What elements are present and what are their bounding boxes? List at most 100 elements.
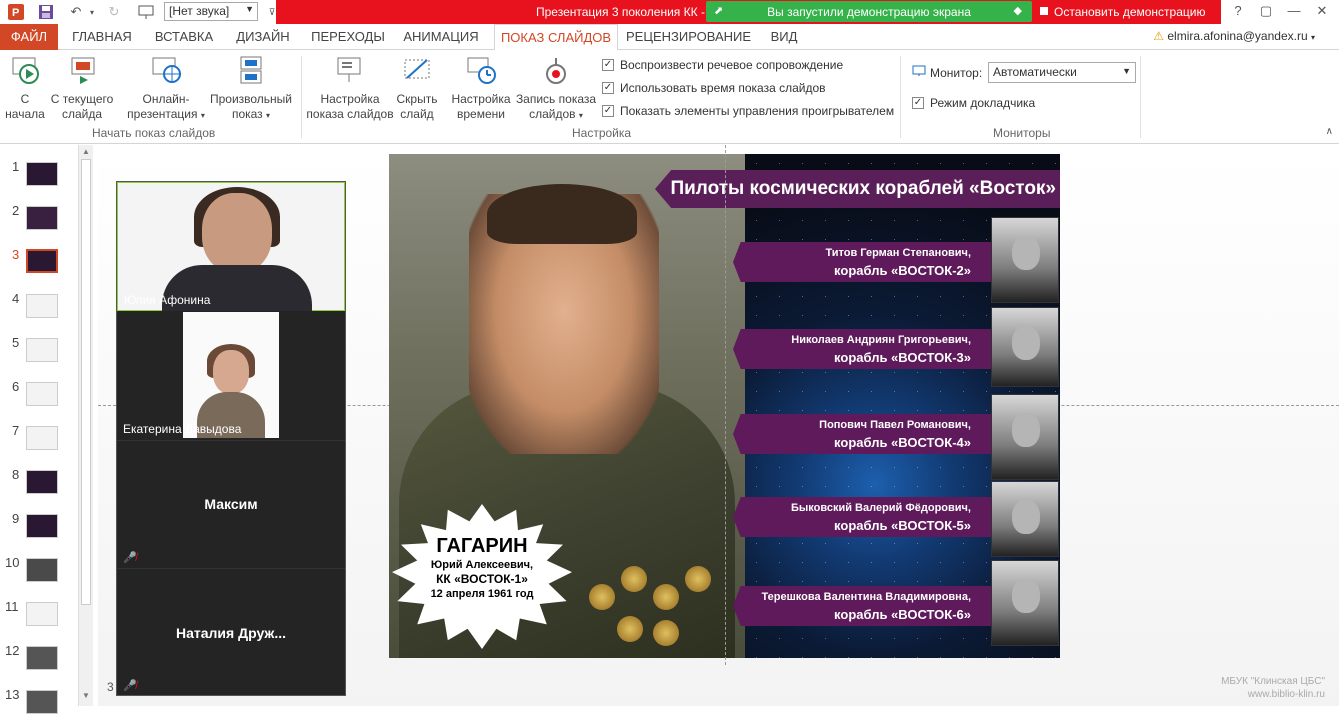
- tab-file[interactable]: ФАЙЛ: [0, 24, 58, 50]
- stop-share-button[interactable]: Остановить демонстрацию: [1032, 1, 1216, 22]
- rehearse-timings-button[interactable]: Настройка времени: [448, 54, 514, 122]
- pilot-ship: корабль «ВОСТОК-5»: [834, 518, 971, 533]
- timing-label-1: Настройка: [451, 92, 511, 106]
- use-timings-label: Использовать время показа слайдов: [620, 81, 826, 95]
- record-icon: [540, 54, 572, 86]
- slide-thumbnail[interactable]: [26, 338, 58, 362]
- participant-name: Юлия Афонина: [124, 293, 211, 307]
- gagarin-surname: ГАГАРИН: [436, 535, 528, 557]
- scroll-down-icon[interactable]: ▼: [82, 691, 90, 700]
- thumb-number: 3: [12, 247, 20, 262]
- watermark: МБУК "Клинская ЦБС" www.biblio-klin.ru: [1221, 675, 1325, 701]
- slide-thumbnail[interactable]: [26, 426, 58, 450]
- media-controls-label: Показать элементы управления проигрывате…: [620, 104, 895, 118]
- thumbnail-scrollbar[interactable]: ▲ ▼: [78, 145, 93, 706]
- vertical-guide[interactable]: [725, 145, 726, 665]
- monitor-select[interactable]: Автоматически ▼: [988, 62, 1136, 83]
- online-presentation-button[interactable]: Онлайн- презентация ▾: [126, 54, 206, 123]
- tab-home[interactable]: ГЛАВНАЯ: [66, 24, 138, 50]
- thumb-number: 10: [5, 555, 20, 570]
- hide-slide-button[interactable]: Скрыть слайд: [394, 54, 440, 122]
- ribbon-separator: [301, 56, 302, 138]
- timer-icon: [465, 54, 497, 86]
- medal-icon: [685, 566, 711, 592]
- use-timings-checkbox[interactable]: ✓ Использовать время показа слайдов: [602, 81, 826, 95]
- group-monitors-label: Мониторы: [993, 126, 1051, 140]
- tab-transitions[interactable]: ПЕРЕХОДЫ: [306, 24, 390, 50]
- collapse-ribbon-icon[interactable]: ∧: [1326, 126, 1333, 137]
- scroll-up-icon[interactable]: ▲: [82, 147, 90, 156]
- tab-slideshow[interactable]: ПОКАЗ СЛАЙДОВ: [494, 24, 618, 51]
- thumb-number: 7: [12, 423, 20, 438]
- pilot-ship: корабль «ВОСТОК-3»: [834, 350, 971, 365]
- slide-thumbnail[interactable]: [26, 646, 58, 670]
- checkmark-icon: ✓: [912, 97, 924, 109]
- head-shape: [1012, 500, 1040, 534]
- participant-tile[interactable]: Максим 🎤̸: [117, 440, 345, 568]
- hide-label-2: слайд: [400, 107, 434, 121]
- participant-name: Максим: [204, 496, 258, 512]
- gagarin-caption: ГАГАРИН Юрий Алексеевич, КК «ВОСТОК-1» 1…: [392, 534, 572, 601]
- participant-name: Екатерина Давыдова: [123, 422, 242, 436]
- help-button[interactable]: ?: [1226, 3, 1250, 18]
- setup-slideshow-button[interactable]: Настройка показа слайдов: [306, 54, 394, 122]
- pilot-caption: Быковский Валерий Фёдорович, корабль «ВО…: [733, 497, 991, 537]
- pilot-photo: [991, 560, 1059, 646]
- undo-dropdown-icon[interactable]: ▾: [82, 2, 102, 22]
- slide-thumbnail[interactable]: [26, 470, 58, 494]
- custom-show-button[interactable]: Произвольный показ ▾: [206, 54, 296, 123]
- slide-thumbnail-active[interactable]: [26, 249, 58, 273]
- shield-icon: ◆: [1013, 5, 1022, 17]
- narration-checkbox[interactable]: ✓ Воспроизвести речевое сопровождение: [602, 58, 843, 72]
- record-slideshow-button[interactable]: Запись показа слайдов ▾: [514, 54, 598, 123]
- presenter-icon[interactable]: [136, 2, 156, 22]
- medal-icon: [617, 616, 643, 642]
- record-label-2: слайдов: [529, 107, 576, 121]
- slide-thumbnail[interactable]: [26, 514, 58, 538]
- participant-tile[interactable]: Юлия Афонина: [117, 182, 345, 311]
- slide-thumbnail[interactable]: [26, 602, 58, 626]
- online-label-2-row: презентация ▾: [126, 107, 206, 123]
- slide-thumbnail[interactable]: [26, 294, 58, 318]
- title-bar: P ↶ ▾ ↻ [Нет звука] ▼ ⊽ Презентация 3 по…: [0, 0, 1339, 24]
- participant-tile[interactable]: Наталия Друж... 🎤̸: [117, 568, 345, 696]
- tab-view[interactable]: ВИД: [762, 24, 806, 50]
- close-button[interactable]: ✕: [1310, 3, 1334, 19]
- medal-icon: [589, 584, 615, 610]
- video-participants-panel[interactable]: Юлия Афонина Екатерина Давыдова Максим 🎤…: [116, 181, 346, 696]
- slide-thumbnail[interactable]: [26, 162, 58, 186]
- redo-icon[interactable]: ↻: [104, 2, 124, 22]
- from-beginning-label-1: С: [20, 92, 30, 106]
- setup-show-icon: [334, 54, 366, 86]
- monitor-label: Монитор:: [930, 65, 983, 80]
- slide-thumbnail[interactable]: [26, 690, 58, 714]
- tab-design[interactable]: ДИЗАЙН: [228, 24, 298, 50]
- save-icon[interactable]: [36, 2, 56, 22]
- sound-select[interactable]: [Нет звука] ▼: [164, 2, 258, 21]
- medal-icon: [653, 620, 679, 646]
- participant-tile[interactable]: Екатерина Давыдова: [117, 312, 345, 439]
- slide-thumbnail[interactable]: [26, 558, 58, 582]
- tab-insert[interactable]: ВСТАВКА: [148, 24, 220, 50]
- tab-review[interactable]: РЕЦЕНЗИРОВАНИЕ: [626, 24, 751, 50]
- thumb-number: 6: [12, 379, 20, 394]
- pilot-photo: [991, 394, 1059, 480]
- slide-thumbnail[interactable]: [26, 382, 58, 406]
- user-account[interactable]: ⚠ elmira.afonina@yandex.ru ▾: [1153, 29, 1315, 43]
- powerpoint-logo-icon: P: [6, 2, 26, 22]
- slide-thumbnail[interactable]: [26, 206, 58, 230]
- tab-animation[interactable]: АНИМАЦИЯ: [396, 24, 486, 50]
- restore-ribbon-button[interactable]: ▢: [1254, 3, 1278, 19]
- chevron-down-icon: ▾: [578, 111, 583, 120]
- pilot-ship: корабль «ВОСТОК-6»: [834, 607, 971, 622]
- presenter-view-checkbox[interactable]: ✓ Режим докладчика: [912, 96, 1035, 110]
- ribbon-separator: [1140, 56, 1141, 138]
- slide-title: Пилоты космических кораблей «Восток»: [655, 170, 1060, 208]
- from-current-button[interactable]: С текущего слайда: [48, 54, 116, 122]
- minimize-button[interactable]: —: [1282, 3, 1306, 18]
- scrollbar-thumb[interactable]: [81, 159, 91, 605]
- media-controls-checkbox[interactable]: ✓ Показать элементы управления проигрыва…: [602, 104, 894, 118]
- from-beginning-button[interactable]: С начала: [4, 54, 46, 122]
- checkmark-icon: ✓: [602, 82, 614, 94]
- head-shape: [1012, 326, 1040, 360]
